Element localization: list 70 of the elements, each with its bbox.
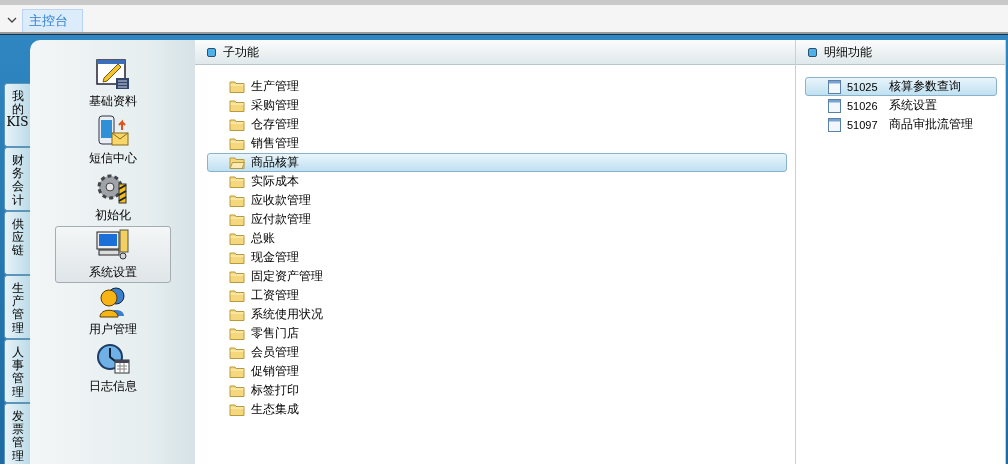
nav-item[interactable]: 用户管理 bbox=[54, 283, 171, 340]
folder-icon bbox=[229, 384, 245, 397]
folder-item[interactable]: 会员管理 bbox=[207, 343, 787, 362]
folder-icon bbox=[229, 118, 245, 131]
folder-icon bbox=[229, 365, 245, 378]
folder-item[interactable]: 仓存管理 bbox=[207, 115, 787, 134]
side-tab[interactable]: 我的KIS bbox=[4, 83, 30, 147]
panel-title: 明细功能 bbox=[824, 43, 872, 61]
folder-item[interactable]: 工资管理 bbox=[207, 286, 787, 305]
folder-icon bbox=[229, 270, 245, 283]
folder-item[interactable]: 系统使用状况 bbox=[207, 305, 787, 324]
folder-icon bbox=[229, 175, 245, 188]
folder-icon bbox=[229, 213, 245, 226]
square-bullet-icon bbox=[808, 47, 817, 57]
phone-envelope-icon bbox=[95, 115, 130, 147]
folder-icon bbox=[229, 251, 245, 264]
nav-item[interactable]: 基础资料 bbox=[54, 55, 171, 112]
nav-item[interactable]: 初始化 bbox=[54, 169, 171, 226]
detail-item[interactable]: 51097 商品审批流管理 bbox=[805, 115, 997, 134]
folder-icon bbox=[229, 346, 245, 359]
nav-item[interactable]: 系统设置 bbox=[54, 226, 171, 283]
notebook-pencil-icon bbox=[95, 58, 130, 90]
detail-item[interactable]: 51026 系统设置 bbox=[805, 96, 997, 115]
folder-item[interactable]: 采购管理 bbox=[207, 96, 787, 115]
folder-item[interactable]: 应收款管理 bbox=[207, 191, 787, 210]
gear-icon bbox=[95, 172, 130, 204]
folder-item[interactable]: 现金管理 bbox=[207, 248, 787, 267]
nav-label: 短信中心 bbox=[88, 150, 137, 167]
folder-icon bbox=[229, 403, 245, 416]
folder-item[interactable]: 生产管理 bbox=[207, 77, 787, 96]
folder-item[interactable]: 零售门店 bbox=[207, 324, 787, 343]
side-tab[interactable]: 供应链 bbox=[4, 211, 30, 275]
side-tab[interactable]: 人事管理 bbox=[4, 339, 30, 403]
folder-icon bbox=[229, 137, 245, 150]
nav-label: 日志信息 bbox=[88, 378, 137, 395]
nav-item[interactable]: 日志信息 bbox=[54, 340, 171, 397]
nav-label: 基础资料 bbox=[88, 93, 137, 110]
folder-item[interactable]: 销售管理 bbox=[207, 134, 787, 153]
folder-icon bbox=[229, 289, 245, 302]
tab[interactable]: 主控台 bbox=[22, 9, 83, 32]
panel-title: 子功能 bbox=[223, 43, 259, 61]
folder-item[interactable]: 总账 bbox=[207, 229, 787, 248]
detail-item[interactable]: 51025 核算参数查询 bbox=[805, 77, 997, 96]
folder-item[interactable]: 实际成本 bbox=[207, 172, 787, 191]
folder-icon bbox=[229, 80, 245, 93]
open-folder-icon bbox=[229, 156, 245, 169]
side-tab[interactable]: 财务会计 bbox=[4, 147, 30, 211]
computer-icon bbox=[95, 229, 130, 261]
clock-calendar-icon bbox=[95, 343, 130, 375]
folder-item[interactable]: 促销管理 bbox=[207, 362, 787, 381]
folder-item[interactable]: 标签打印 bbox=[207, 381, 787, 400]
folder-item[interactable]: 固定资产管理 bbox=[207, 267, 787, 286]
square-bullet-icon bbox=[207, 47, 216, 57]
nav-label: 初始化 bbox=[94, 207, 131, 224]
folder-icon bbox=[229, 194, 245, 207]
nav-label: 用户管理 bbox=[88, 321, 137, 338]
nav-item[interactable]: 短信中心 bbox=[54, 112, 171, 169]
folder-icon bbox=[229, 308, 245, 321]
document-icon bbox=[828, 98, 841, 113]
side-tab[interactable]: 发票管理 bbox=[4, 403, 30, 464]
folder-icon bbox=[229, 99, 245, 112]
nav-label: 系统设置 bbox=[88, 264, 137, 281]
folder-item[interactable]: 生态集成 bbox=[207, 400, 787, 419]
folder-icon bbox=[229, 232, 245, 245]
document-icon bbox=[828, 79, 841, 94]
document-icon bbox=[828, 117, 841, 132]
folder-icon bbox=[229, 327, 245, 340]
folder-item[interactable]: 应付款管理 bbox=[207, 210, 787, 229]
side-tab[interactable]: 生产管理 bbox=[4, 275, 30, 339]
folder-item[interactable]: 商品核算 bbox=[207, 153, 787, 172]
